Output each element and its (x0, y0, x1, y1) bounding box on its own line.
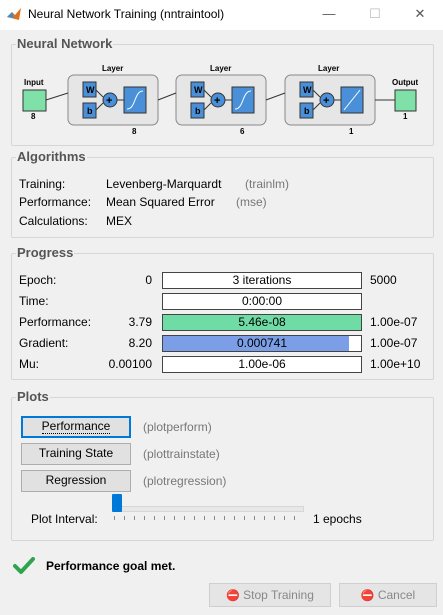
gradient-progress-bar: 0.000741 (162, 335, 362, 352)
svg-text:+: + (323, 95, 329, 107)
output-node (394, 89, 417, 112)
plot-regression-button[interactable]: Regression (21, 470, 131, 492)
svg-text:W: W (194, 85, 203, 95)
epoch-progress-bar: 3 iterations (162, 272, 362, 289)
input-label: Input (24, 78, 44, 87)
performance-progress-bar: 5.46e-08 (162, 314, 362, 331)
svg-text:+: + (106, 95, 112, 107)
performance-code: (mse) (236, 195, 267, 209)
plot-interval-label: Plot Interval: (31, 512, 98, 526)
epoch-label: Epoch: (19, 273, 57, 287)
output-size: 1 (403, 112, 408, 121)
plot-training-state-code: (plottrainstate) (143, 447, 220, 461)
title-bar: Neural Network Training (nntraintool) — … (0, 0, 443, 30)
training-label: Training: (19, 177, 66, 191)
layer-1-label: Layer (102, 64, 123, 73)
output-label: Output (392, 78, 419, 87)
svg-text:W: W (303, 85, 312, 95)
plot-training-state-button[interactable]: Training State (21, 443, 131, 465)
training-value: Levenberg-Marquardt (106, 177, 222, 191)
input-node (22, 89, 47, 112)
epoch-progress-text: 3 iterations (232, 273, 292, 287)
gradient-progress-text: 0.000741 (236, 336, 288, 350)
mu-label: Mu: (19, 357, 40, 371)
gradient-end-value: 1.00e-07 (370, 336, 418, 350)
svg-text:b: b (304, 106, 310, 116)
svg-text:+: + (214, 95, 220, 107)
performance-value: Mean Squared Error (106, 195, 215, 209)
performance-start-value: 3.79 (128, 315, 152, 329)
minimize-button[interactable]: — (306, 0, 352, 30)
plot-performance-code: (plotperform) (143, 420, 212, 434)
stop-training-button[interactable]: ⛔ Stop Training (209, 583, 331, 607)
performance-end-value: 1.00e-07 (370, 315, 418, 329)
layer-1-size: 8 (132, 127, 137, 136)
plots-section-title: Plots (16, 389, 50, 404)
status-message: Performance goal met. (46, 559, 176, 573)
mu-progress-bar: 1.00e-06 (162, 356, 362, 373)
performance-progress-text: 5.46e-08 (238, 315, 286, 329)
performance-label: Performance: (19, 195, 92, 209)
matlab-icon (7, 8, 21, 20)
progress-panel: Progress Epoch: 0 3 iterations 5000 Time: 0:0… (11, 245, 434, 380)
cancel-button[interactable]: ⛔ Cancel (339, 583, 437, 607)
layer-3-label: Layer (318, 64, 339, 73)
plot-interval-slider-track[interactable] (114, 506, 304, 512)
plot-performance-button[interactable]: Performance (21, 416, 131, 438)
gradient-label: Gradient: (19, 336, 69, 350)
maximize-button[interactable]: ☐ (352, 0, 398, 30)
plot-interval-value: 1 epochs (313, 512, 362, 526)
time-progress-text: 0:00:00 (241, 294, 283, 308)
performance-label: Performance: (19, 315, 92, 329)
calculations-label: Calculations: (19, 214, 88, 228)
input-size: 8 (31, 112, 36, 121)
plot-regression-code: (plotregression) (143, 474, 227, 488)
progress-section-title: Progress (16, 245, 75, 260)
layer-2-label: Layer (210, 64, 231, 73)
time-progress-bar: 0:00:00 (162, 293, 362, 310)
time-label: Time: (19, 294, 49, 308)
training-code: (trainlm) (245, 177, 289, 191)
epoch-end-value: 5000 (370, 273, 397, 287)
calculations-value: MEX (106, 214, 133, 228)
mu-start-value: 0.00100 (108, 357, 152, 371)
window-title: Neural Network Training (nntraintool) (28, 7, 225, 21)
network-diagram: Input 8 Layer W b + 8 Layer W b + 6 Laye… (22, 64, 419, 136)
slider-ticks (114, 516, 304, 520)
layer-3-size: 1 (349, 127, 354, 136)
epoch-start-value: 0 (145, 273, 152, 287)
algorithms-panel: Algorithms Training: Levenberg-Marquardt… (11, 149, 434, 238)
svg-text:b: b (195, 106, 201, 116)
algorithms-section-title: Algorithms (16, 149, 87, 164)
mu-progress-text: 1.00e-06 (238, 357, 286, 371)
checkmark-icon (13, 557, 35, 574)
layer-2-size: 6 (240, 127, 245, 136)
svg-text:b: b (87, 106, 93, 116)
mu-end-value: 1.00e+10 (370, 357, 421, 371)
plots-panel: Plots Performance (plotperform) Training… (11, 389, 434, 541)
svg-text:W: W (86, 85, 95, 95)
gradient-start-value: 8.20 (128, 336, 152, 350)
plot-interval-slider-thumb[interactable] (112, 494, 122, 512)
close-button[interactable]: ✕ (397, 0, 443, 30)
neural-network-panel: Neural Network Input 8 Layer W b + 8 Lay… (11, 36, 434, 146)
